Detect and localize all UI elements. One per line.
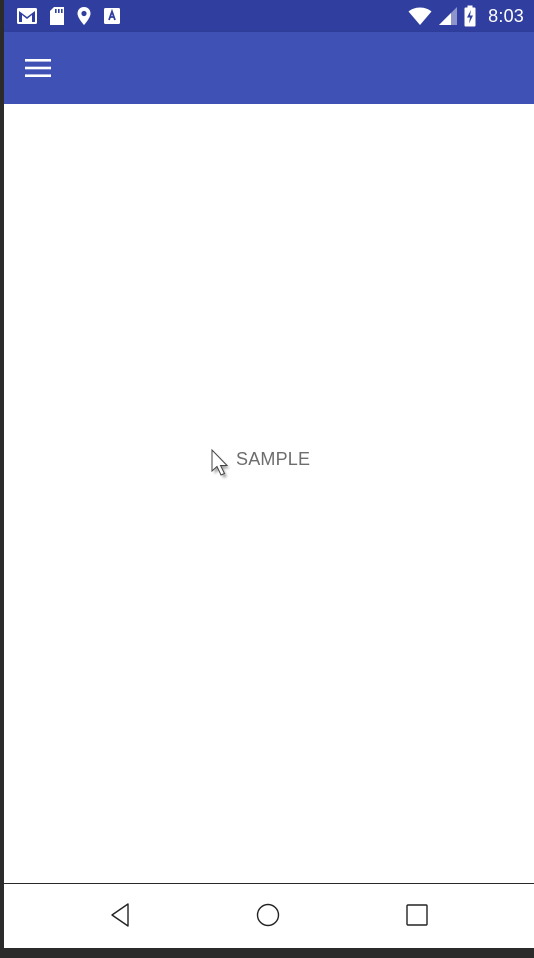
navigation-bar xyxy=(4,883,534,948)
sample-label: SAMPLE xyxy=(236,449,311,469)
mouse-pointer-icon xyxy=(211,448,230,478)
home-button[interactable] xyxy=(250,900,286,930)
sample-area: SAMPLE xyxy=(210,448,310,482)
home-icon xyxy=(256,903,280,927)
battery-charging-icon xyxy=(464,5,476,27)
wifi-icon xyxy=(408,6,432,26)
hamburger-menu-icon xyxy=(25,59,51,77)
sd-card-icon xyxy=(49,6,65,26)
back-button[interactable] xyxy=(102,900,138,930)
text-app-icon xyxy=(103,7,121,25)
signal-icon xyxy=(438,6,458,26)
recents-button[interactable] xyxy=(399,900,435,930)
notification-icons xyxy=(16,5,121,27)
system-indicators: 8:03 xyxy=(408,5,524,27)
location-icon xyxy=(76,6,92,26)
gmail-icon xyxy=(16,7,38,25)
status-bar: 8:03 xyxy=(4,0,534,32)
app-bar xyxy=(4,32,534,104)
menu-button[interactable] xyxy=(18,50,58,86)
recents-icon xyxy=(406,904,428,926)
status-time: 8:03 xyxy=(488,5,524,26)
back-icon xyxy=(111,903,129,927)
main-content: SAMPLE xyxy=(4,104,534,883)
device-screen: 8:03 SAMPLE xyxy=(4,0,534,948)
